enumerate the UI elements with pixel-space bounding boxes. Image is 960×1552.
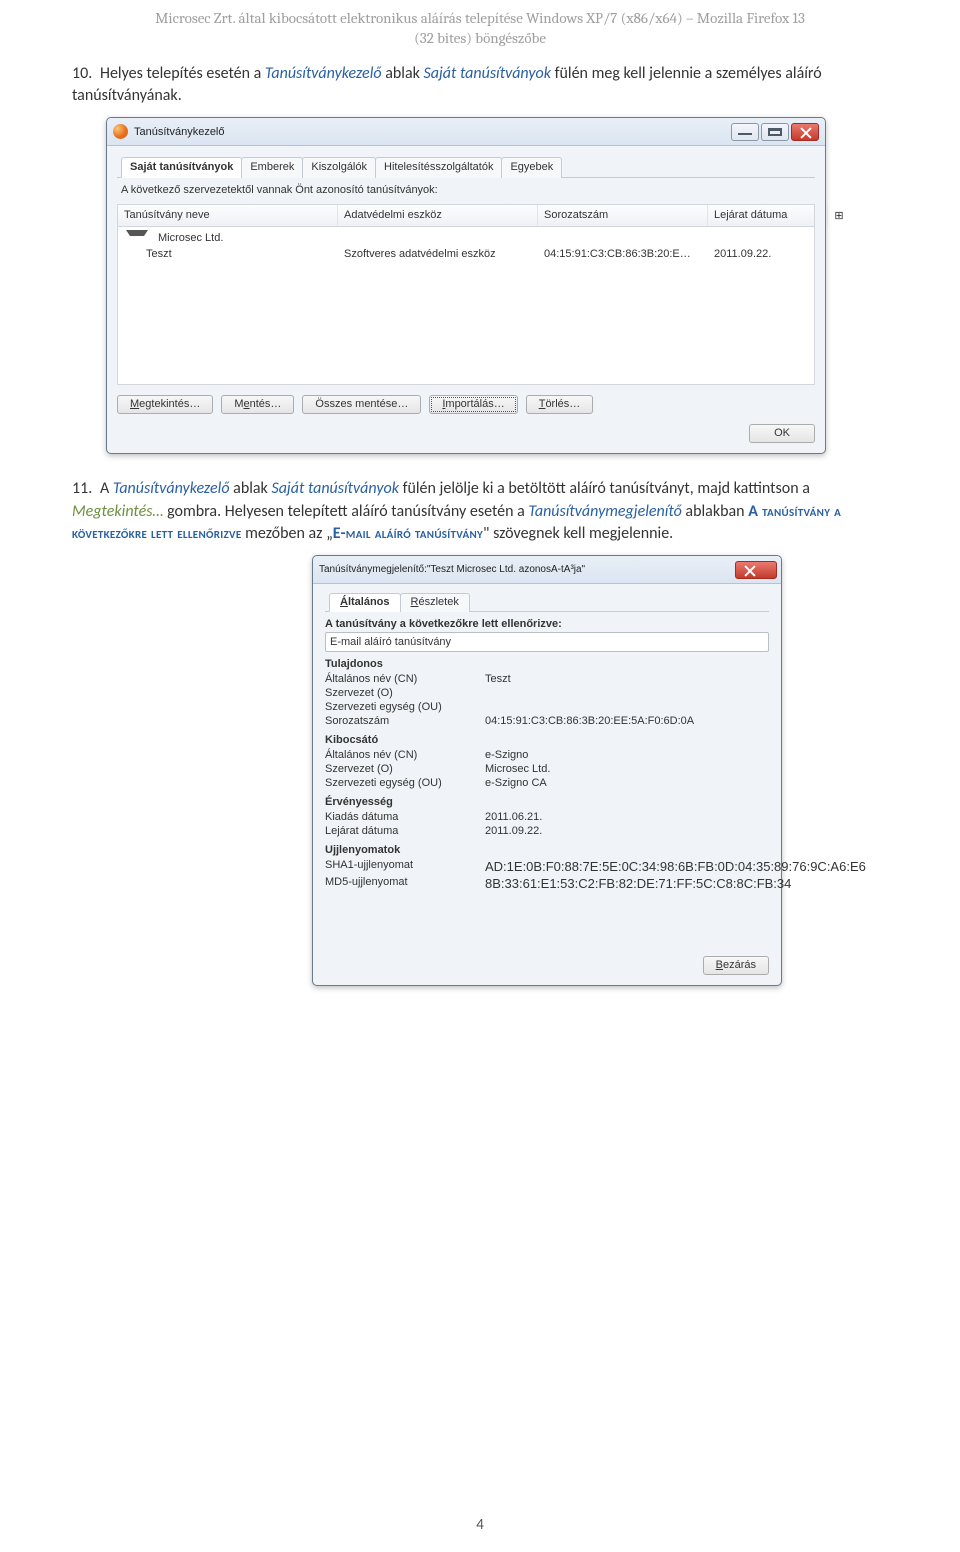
titlebar[interactable]: Tanúsítványkezelő [107,118,825,146]
list-header: Tanúsítvány neve Adatvédelmi eszköz Soro… [117,204,815,227]
import-button[interactable]: Importálás… [429,395,517,414]
maximize-button[interactable] [761,123,789,141]
verified-label: A tanúsítvány a következőkre lett ellenő… [325,618,769,630]
page-header: Microsec Zrt. által kibocsátott elektron… [0,0,960,63]
kv-row: Szervezeti egység (OU)e-Szigno CA [325,776,769,790]
cert-expiry: 2011.09.22. [708,246,828,262]
kv-row: MD5-ujjlenyomat8B:33:61:E1:53:C2:FB:82:D… [325,875,769,892]
cert-tool: Szoftveres adatvédelmi eszköz [338,246,538,262]
tab-authorities[interactable]: Hitelesítésszolgáltatók [375,157,502,178]
col-tool[interactable]: Adatvédelmi eszköz [338,205,538,226]
cert-manager-window: Tanúsítványkezelő Saját tanúsítványok Em… [106,117,826,454]
tab-people[interactable]: Emberek [241,157,303,178]
backup-all-button[interactable]: Összes mentése… [302,395,421,414]
close-dialog-button[interactable]: Bezárás [703,956,769,975]
col-expiry[interactable]: Lejárat dátuma [708,205,828,226]
col-name[interactable]: Tanúsítvány neve [118,205,338,226]
window-title: Tanúsítványmegjelenítő:"Teszt Microsec L… [319,564,735,575]
list-item[interactable]: Teszt Szoftveres adatvédelmi eszköz 04:1… [118,246,814,262]
list-number: 11. [72,478,100,500]
fingerprints-label: Ujjlenyomatok [325,844,769,856]
expand-icon[interactable] [126,230,148,240]
list-group[interactable]: Microsec Ltd. [118,229,814,246]
cert-serial: 04:15:91:C3:CB:86:3B:20:E… [538,246,708,262]
kv-row: Sorozatszám04:15:91:C3:CB:86:3B:20:EE:5A… [325,714,769,728]
tab-others[interactable]: Egyebek [501,157,562,178]
firefox-icon [113,124,128,139]
close-button[interactable] [791,123,819,141]
validity-label: Érvényesség [325,796,769,808]
ok-button[interactable]: OK [749,424,815,443]
issuer-label: Kibocsátó [325,734,769,746]
kv-row: Általános név (CN)e-Szigno [325,748,769,762]
tab-general[interactable]: Általános [329,593,401,612]
minimize-button[interactable] [731,123,759,141]
info-text: A következő szervezetektől vannak Önt az… [121,184,811,196]
kv-row: Szervezeti egység (OU) [325,700,769,714]
window-title: Tanúsítványkezelő [134,126,731,138]
kv-row: Szervezet (O) [325,686,769,700]
col-expand[interactable]: ⊞ [828,205,850,226]
tab-servers[interactable]: Kiszolgálók [302,157,376,178]
list-number: 10. [72,63,100,85]
kv-row: Általános név (CN)Teszt [325,672,769,686]
kv-row: SHA1-ujjlenyomatAD:1E:0B:F0:88:7E:5E:0C:… [325,858,769,875]
kv-row: Kiadás dátuma2011.06.21. [325,810,769,824]
titlebar[interactable]: Tanúsítványmegjelenítő:"Teszt Microsec L… [313,556,781,584]
header-line-1: Microsec Zrt. által kibocsátott elektron… [155,9,805,27]
close-button[interactable] [735,561,777,579]
view-button[interactable]: Megtekintés… [117,395,213,414]
page-number: 4 [0,1516,960,1534]
col-serial[interactable]: Sorozatszám [538,205,708,226]
subject-label: Tulajdonos [325,658,769,670]
verified-value: E-mail aláíró tanúsítvány [325,632,769,652]
tab-strip: Saját tanúsítványok Emberek Kiszolgálók … [117,156,815,178]
tab-own-certs[interactable]: Saját tanúsítványok [121,157,242,178]
kv-row: Szervezet (O)Microsec Ltd. [325,762,769,776]
kv-row: Lejárat dátuma2011.09.22. [325,824,769,838]
paragraph-11: 11.A Tanúsítványkezelő ablak Saját tanús… [72,478,888,545]
tab-strip: Általános Részletek [325,592,769,612]
cert-name: Teszt [118,246,338,262]
backup-button[interactable]: Mentés… [221,395,294,414]
header-line-2: (32 bites) böngészőbe [414,29,546,47]
cert-viewer-window: Tanúsítványmegjelenítő:"Teszt Microsec L… [312,555,782,986]
tab-details[interactable]: Részletek [400,593,470,612]
paragraph-10: 10.Helyes telepítés esetén a Tanúsítvány… [72,63,888,108]
delete-button[interactable]: Törlés… [526,395,594,414]
cert-list[interactable]: Microsec Ltd. Teszt Szoftveres adatvédel… [117,227,815,385]
